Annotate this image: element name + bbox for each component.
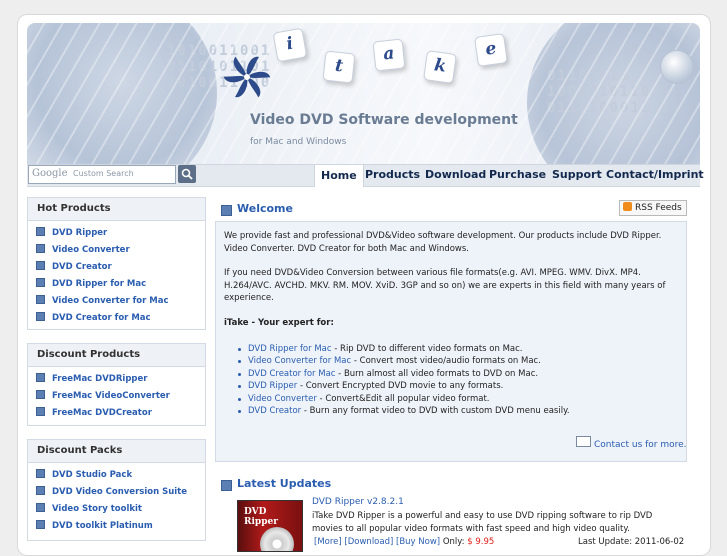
sidebar-item-video-story-toolkit[interactable]: Video Story toolkit — [28, 501, 205, 518]
envelope-icon — [576, 436, 591, 447]
rss-feeds-button[interactable]: RSS Feeds — [619, 200, 687, 216]
bullet-icon — [36, 390, 45, 399]
nav-products[interactable]: Products — [359, 164, 426, 186]
search-placeholder: Custom Search — [73, 169, 134, 178]
sidebar-item-dvd-video-conversion-suite[interactable]: DVD Video Conversion Suite — [28, 484, 205, 501]
bullet-icon — [36, 295, 45, 304]
site-title: Video DVD Software development — [250, 112, 518, 128]
logo-letter-a: a — [372, 38, 406, 72]
sidebar-item-video-converter-mac[interactable]: Video Converter for Mac — [28, 293, 205, 310]
sidebar-item-freemac-dvdripper[interactable]: FreeMac DVDRipper — [28, 371, 205, 388]
last-update: Last Update: 2011-06-02 — [578, 537, 685, 547]
section-bullet-icon — [221, 480, 232, 491]
nav-contact-imprint[interactable]: Contact/Imprint — [600, 164, 710, 186]
pinwheel-logo-icon — [223, 56, 271, 98]
bullet-icon — [36, 486, 45, 495]
update-description: iTake DVD Ripper is a powerful and easy … — [312, 511, 653, 534]
more-link[interactable]: [More] — [314, 537, 342, 547]
logo-letter-i: i — [272, 27, 308, 63]
bullet-icon — [36, 278, 45, 287]
list-item: Video Converter - Convert&Edit all popul… — [224, 393, 679, 405]
sidebar-item-dvd-creator-mac[interactable]: DVD Creator for Mac — [28, 310, 205, 327]
sidebar-item-video-converter[interactable]: Video Converter — [28, 242, 205, 259]
welcome-para-1: We provide fast and professional DVD&Vid… — [224, 231, 662, 254]
disc-icon — [260, 527, 294, 551]
nav-support[interactable]: Support — [546, 164, 608, 186]
bullet-icon — [36, 469, 45, 478]
logo-letter-e: e — [474, 33, 508, 67]
bullet-icon — [36, 520, 45, 529]
welcome-title: Welcome — [237, 202, 293, 215]
list-item: Video Converter for Mac - Convert most v… — [224, 355, 679, 367]
sidebar-item-dvd-creator[interactable]: DVD Creator — [28, 259, 205, 276]
price: $ 9.95 — [467, 537, 495, 547]
site-subtitle: for Mac and Windows — [250, 137, 347, 147]
update-actions: [More] [Download] [Buy Now] Only: $ 9.95 — [314, 537, 494, 547]
search-icon — [181, 168, 193, 180]
bullet-icon — [36, 503, 45, 512]
bullet-icon — [36, 261, 45, 270]
download-link[interactable]: [Download] — [344, 537, 393, 547]
sidebar-item-freemac-dvdcreator[interactable]: FreeMac DVDCreator — [28, 405, 205, 422]
list-item: DVD Ripper - Convert Encrypted DVD movie… — [224, 380, 679, 392]
contact-link[interactable]: Contact us for more. — [576, 436, 687, 450]
bullet-icon — [36, 244, 45, 253]
product-link[interactable]: DVD Creator for Mac — [248, 369, 335, 379]
sidebar-item-dvd-ripper[interactable]: DVD Ripper — [28, 225, 205, 242]
search-button[interactable] — [178, 165, 196, 183]
nav-home[interactable]: Home — [314, 164, 364, 187]
decorative-orb — [660, 50, 694, 84]
list-item: DVD Creator for Mac - Burn almost all vi… — [224, 368, 679, 380]
sidebar-item-dvd-toolkit-platinum[interactable]: DVD toolkit Platinum — [28, 518, 205, 535]
updates-title: Latest Updates — [237, 477, 332, 490]
sidebox-title: Hot Products — [28, 198, 205, 221]
product-link[interactable]: DVD Ripper for Mac — [248, 344, 332, 354]
bullet-icon — [36, 373, 45, 382]
bullet-icon — [36, 227, 45, 236]
expert-heading: iTake - Your expert for: — [224, 317, 334, 328]
sidebar-item-dvd-ripper-mac[interactable]: DVD Ripper for Mac — [28, 276, 205, 293]
welcome-panel: We provide fast and professional DVD&Vid… — [215, 221, 687, 462]
updates-header: Latest Updates — [215, 473, 685, 495]
search-input[interactable]: Google Custom Search — [28, 165, 176, 184]
bullet-icon — [36, 312, 45, 321]
product-link[interactable]: DVD Ripper — [248, 381, 297, 391]
nav-download[interactable]: Download — [419, 164, 492, 186]
dvd-ripper-boxshot[interactable]: DVD Ripper — [237, 500, 303, 552]
list-item: DVD Creator - Burn any format video to D… — [224, 405, 679, 417]
sidebar-item-dvd-studio-pack[interactable]: DVD Studio Pack — [28, 467, 205, 484]
google-brand: Google — [32, 168, 68, 179]
product-link[interactable]: Video Converter for Mac — [248, 356, 351, 366]
product-link[interactable]: DVD Creator — [248, 406, 301, 416]
only-label: Only: — [442, 537, 465, 547]
product-link[interactable]: Video Converter — [248, 394, 317, 404]
section-bullet-icon — [221, 205, 232, 216]
update-product-title[interactable]: DVD Ripper v2.8.2.1 — [312, 497, 404, 507]
sidebox-discount-products: Discount Products FreeMac DVDRipper Free… — [27, 343, 206, 426]
sidebox-title: Discount Products — [28, 344, 205, 367]
sidebar-item-freemac-videoconverter[interactable]: FreeMac VideoConverter — [28, 388, 205, 405]
expert-list: DVD Ripper for Mac - Rip DVD to differen… — [224, 343, 679, 417]
logo-letter-k: k — [423, 50, 457, 84]
rss-icon — [623, 202, 632, 211]
logo-letter-t: t — [322, 50, 356, 84]
sidebox-title: Discount Packs — [28, 440, 205, 463]
list-item: DVD Ripper for Mac - Rip DVD to differen… — [224, 343, 679, 355]
welcome-para-2: If you need DVD&Video Conversion between… — [224, 268, 666, 303]
sidebox-hot-products: Hot Products DVD Ripper Video Converter … — [27, 197, 206, 330]
sidebox-discount-packs: Discount Packs DVD Studio Pack DVD Video… — [27, 439, 206, 541]
header-banner: 101001100101101011011010011100 011010111… — [27, 23, 700, 164]
buy-now-link[interactable]: [Buy Now] — [396, 537, 440, 547]
welcome-header: Welcome — [215, 198, 685, 220]
nav-purchase[interactable]: Purchase — [483, 164, 552, 186]
bullet-icon — [36, 407, 45, 416]
